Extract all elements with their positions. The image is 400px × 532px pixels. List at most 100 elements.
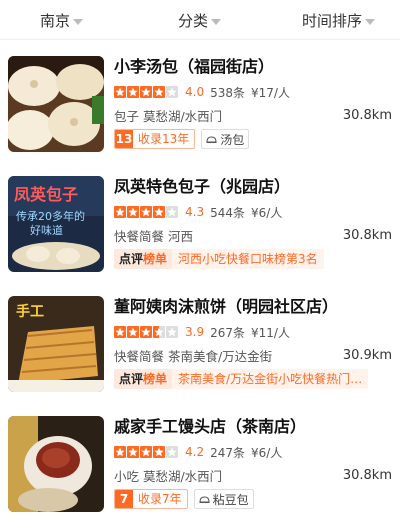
price-per-person: ¥6/人 [251, 205, 283, 220]
ranking-brand-part1: 点评 [119, 252, 144, 266]
sort-filter-label: 时间排序 [302, 12, 363, 30]
star-icon [114, 86, 126, 98]
star-icon [140, 326, 152, 338]
ranking-tag[interactable]: 点评榜单 河西小吃快餐口味榜第3名 [114, 249, 324, 269]
years-text: 收录13年 [138, 132, 190, 146]
star-empty-icon [166, 86, 178, 98]
review-count: 544条 [210, 205, 245, 220]
distance: 30.9km [342, 347, 392, 363]
shop-photo: 手工 [8, 296, 104, 392]
star-rating [114, 86, 179, 98]
shop-photo: 凤英包子 传承20多年的 好味道 [8, 176, 104, 272]
shop-name: 戚家手工馒头店（茶南店） [114, 417, 307, 436]
shop-tags: 小吃 莫愁湖/水西门 [114, 468, 223, 484]
star-icon [153, 206, 165, 218]
price-per-person: ¥6/人 [251, 445, 283, 460]
category-filter-label: 分类 [178, 12, 209, 30]
star-icon [140, 206, 152, 218]
shop-name: 小李汤包（福园街店） [114, 57, 275, 76]
meta-row: 包子 莫愁湖/水西门 30.8km [114, 106, 392, 124]
star-icon [140, 86, 152, 98]
review-count: 267条 [210, 325, 245, 340]
star-icon [153, 446, 165, 458]
star-icon [127, 206, 139, 218]
dish-name: 粘豆包 [212, 492, 249, 507]
star-empty-icon [166, 326, 178, 338]
svg-text:好味道: 好味道 [30, 223, 63, 237]
ranking-brand: 点评榜单 [114, 249, 173, 269]
star-icon [114, 206, 126, 218]
ranking-text: 河西小吃快餐口味榜第3名 [172, 249, 324, 269]
rating-score: 4.3 [185, 205, 205, 219]
shop-tags: 快餐简餐 茶南美食/万达金街 [114, 348, 273, 364]
svg-text:传承20多年的: 传承20多年的 [16, 209, 85, 223]
star-icon [153, 86, 165, 98]
rating-row: 4.3 544条 ¥6/人 [114, 203, 392, 221]
tag-row: 7 收录7年 粘豆包 [114, 489, 392, 509]
years-number: 7 [115, 490, 133, 508]
chevron-down-icon [73, 18, 84, 25]
review-count: 538条 [210, 85, 245, 100]
location-filter[interactable]: 南京 [40, 10, 84, 31]
star-empty-icon [166, 206, 178, 218]
shop-card[interactable]: 手工 董阿姨肉沫煎饼（明园社区店） 3.9 267条 ¥11/人 快餐简餐 茶南… [0, 296, 400, 396]
chevron-down-icon [365, 18, 376, 25]
years-text: 收录7年 [138, 492, 182, 506]
svg-text:手工: 手工 [16, 303, 44, 320]
shop-name: 董阿姨肉沫煎饼（明园社区店） [114, 297, 339, 316]
shop-card[interactable]: 戚家手工馒头店（茶南店） 4.2 247条 ¥6/人 小吃 莫愁湖/水西门 30… [0, 416, 400, 516]
star-half-icon [153, 326, 165, 338]
tag-row: 点评榜单 茶南美食/万达金街小吃快餐热门… [114, 369, 392, 389]
star-icon [140, 446, 152, 458]
rating-score: 4.0 [185, 85, 205, 99]
category-filter[interactable]: 分类 [178, 10, 222, 31]
years-listed-badge: 13 收录13年 [114, 129, 196, 149]
dish-icon [199, 495, 210, 503]
meta-row: 快餐简餐 河西 30.8km [114, 226, 392, 244]
rating-score: 3.9 [185, 325, 205, 339]
shop-card[interactable]: 凤英包子 传承20多年的 好味道 凤英特色包子（兆园店） 4.3 544条 ¥6… [0, 176, 400, 276]
distance: 30.8km [342, 467, 392, 483]
distance: 30.8km [342, 227, 392, 243]
star-icon [127, 446, 139, 458]
distance: 30.8km [342, 107, 392, 123]
tag-row: 点评榜单 河西小吃快餐口味榜第3名 [114, 249, 392, 269]
rating-row: 4.0 538条 ¥17/人 [114, 83, 392, 101]
price-per-person: ¥11/人 [251, 325, 290, 340]
star-icon [127, 326, 139, 338]
meta-row: 小吃 莫愁湖/水西门 30.8km [114, 466, 392, 484]
meta-row: 快餐简餐 茶南美食/万达金街 30.9km [114, 346, 392, 364]
shop-tags: 包子 莫愁湖/水西门 [114, 108, 223, 124]
signature-dish-tag[interactable]: 汤包 [201, 129, 250, 149]
star-icon [127, 86, 139, 98]
shop-photo [8, 416, 104, 512]
ranking-text: 茶南美食/万达金街小吃快餐热门… [172, 369, 369, 389]
filter-bar: 南京 分类 时间排序 [0, 0, 400, 40]
ranking-brand-part1: 点评 [119, 372, 144, 386]
sort-filter[interactable]: 时间排序 [302, 10, 376, 31]
star-icon [114, 326, 126, 338]
years-listed-badge: 7 收录7年 [114, 489, 188, 509]
tag-row: 13 收录13年 汤包 [114, 129, 392, 149]
ranking-tag[interactable]: 点评榜单 茶南美食/万达金街小吃快餐热门… [114, 369, 386, 389]
price-per-person: ¥17/人 [251, 85, 290, 100]
star-empty-icon [166, 446, 178, 458]
rating-row: 3.9 267条 ¥11/人 [114, 323, 392, 341]
star-rating [114, 326, 179, 338]
star-rating [114, 446, 179, 458]
review-count: 247条 [210, 445, 245, 460]
years-number: 13 [115, 130, 133, 148]
shop-tags: 快餐简餐 河西 [114, 228, 193, 244]
dish-name: 汤包 [220, 132, 245, 147]
ranking-brand-part2: 榜单 [143, 252, 168, 266]
rating-row: 4.2 247条 ¥6/人 [114, 443, 392, 461]
star-rating [114, 206, 179, 218]
rating-score: 4.2 [185, 445, 205, 459]
shop-card[interactable]: 小李汤包（福园街店） 4.0 538条 ¥17/人 包子 莫愁湖/水西门 30.… [0, 56, 400, 156]
location-filter-label: 南京 [40, 12, 71, 30]
signature-dish-tag[interactable]: 粘豆包 [193, 489, 254, 509]
shop-name: 凤英特色包子（兆园店） [114, 177, 291, 196]
shop-photo [8, 56, 104, 152]
svg-text:凤英包子: 凤英包子 [14, 185, 78, 204]
chevron-down-icon [211, 18, 222, 25]
